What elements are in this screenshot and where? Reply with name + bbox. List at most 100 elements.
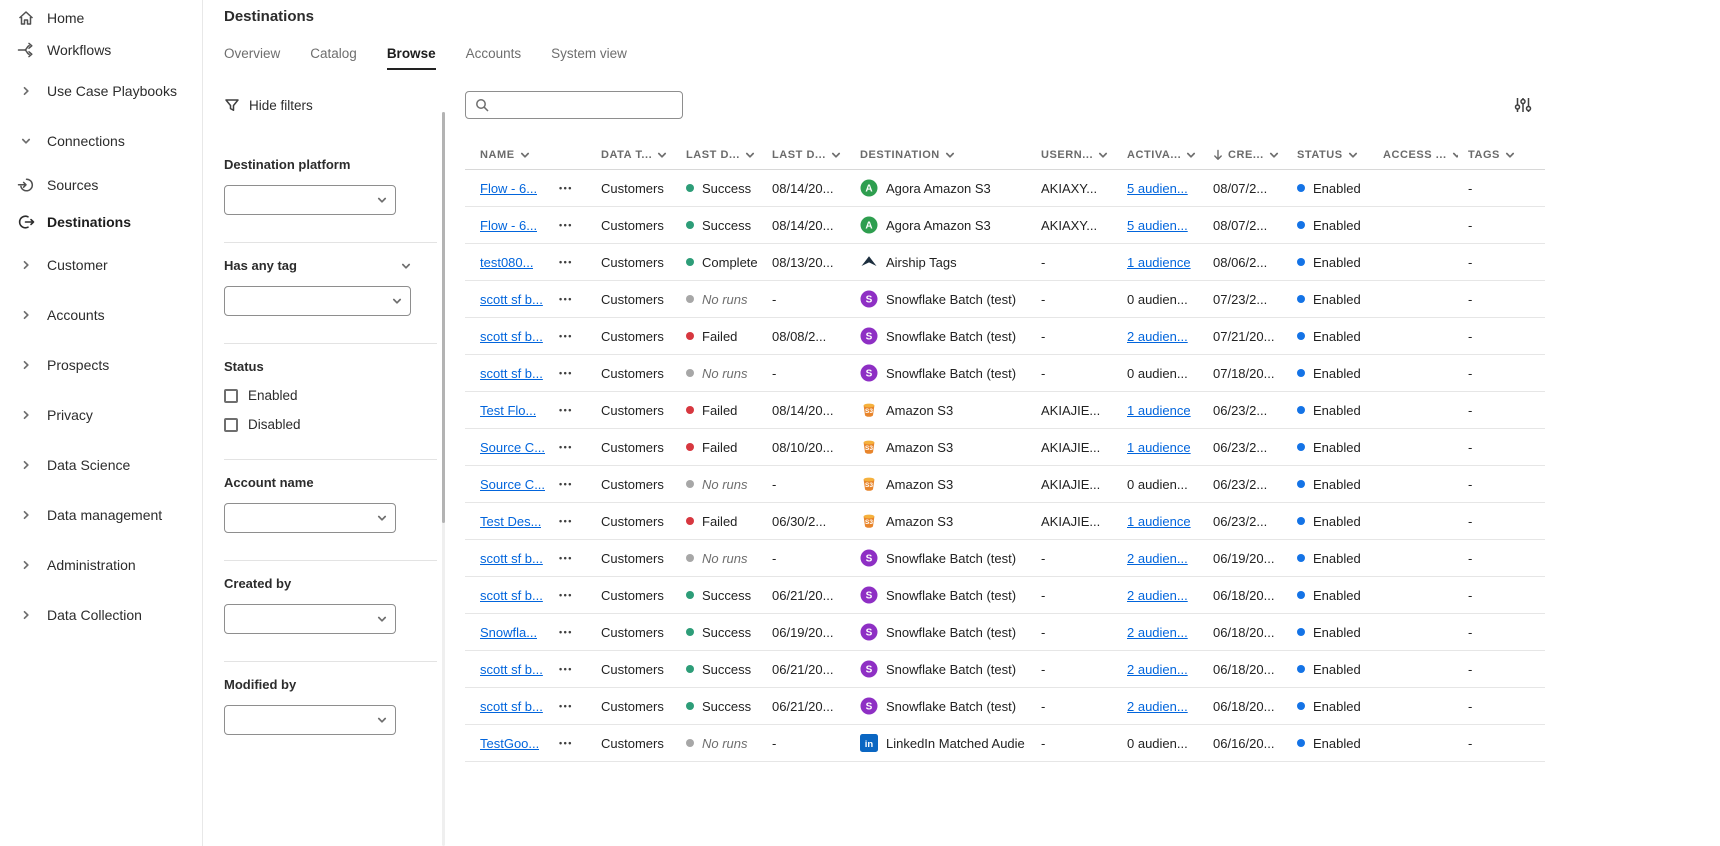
activation-data-link[interactable]: 5 audien...	[1127, 181, 1188, 196]
filters-scrollbar[interactable]	[442, 112, 445, 846]
run-status-dot	[686, 184, 694, 192]
tab-system-view[interactable]: System view	[551, 46, 627, 70]
activation-data-link[interactable]: 2 audien...	[1127, 699, 1188, 714]
tab-accounts[interactable]: Accounts	[466, 46, 522, 70]
scrollbar-thumb[interactable]	[442, 112, 445, 523]
sidebar-item-destinations[interactable]: Destinations	[0, 203, 202, 240]
destination-name-link[interactable]: Snowfla...	[480, 625, 537, 640]
tab-browse[interactable]: Browse	[387, 46, 436, 70]
destination-name-link[interactable]: Test Flo...	[480, 403, 536, 418]
more-actions-button[interactable]: •••	[557, 216, 575, 234]
activation-data-link[interactable]: 1 audience	[1127, 514, 1191, 529]
destination-name-link[interactable]: Flow - 6...	[480, 218, 537, 233]
column-header-data_type[interactable]: DATA T...	[591, 149, 676, 161]
sidebar-item-administration[interactable]: Administration	[0, 540, 202, 590]
destination-name-link[interactable]: Flow - 6...	[480, 181, 537, 196]
more-actions-button[interactable]: •••	[557, 512, 575, 530]
sidebar-item-accounts[interactable]: Accounts	[0, 290, 202, 340]
modified-by-dropdown[interactable]	[224, 705, 396, 735]
sidebar-item-customer[interactable]: Customer	[0, 240, 202, 290]
more-actions-button[interactable]: •••	[557, 290, 575, 308]
sidebar-item-label: Home	[47, 10, 84, 26]
destination-name-link[interactable]: Test Des...	[480, 514, 541, 529]
activation-data-value: 0 audien...	[1127, 292, 1188, 307]
activation-data-link[interactable]: 2 audien...	[1127, 588, 1188, 603]
run-status-text: Failed	[702, 403, 737, 418]
destination-name-link[interactable]: TestGoo...	[480, 736, 539, 751]
cell-username: -	[1031, 688, 1117, 724]
chevron-down-icon	[1505, 150, 1515, 160]
destination-name-link[interactable]: scott sf b...	[480, 699, 543, 714]
account-name-dropdown[interactable]	[224, 503, 396, 533]
destination-name-link[interactable]: scott sf b...	[480, 662, 543, 677]
column-header-tags[interactable]: TAGS	[1458, 149, 1545, 161]
column-header-access[interactable]: ACCESS ...	[1373, 149, 1458, 161]
more-actions-button[interactable]: •••	[557, 179, 575, 197]
sidebar-item-use-case-playbooks[interactable]: Use Case Playbooks	[0, 66, 202, 116]
activation-data-link[interactable]: 1 audience	[1127, 255, 1191, 270]
more-actions-button[interactable]: •••	[557, 623, 575, 641]
activation-data-link[interactable]: 5 audien...	[1127, 218, 1188, 233]
sidebar-item-data-collection[interactable]: Data Collection	[0, 590, 202, 640]
destination-name-link[interactable]: Source C...	[480, 440, 545, 455]
activation-data-link[interactable]: 2 audien...	[1127, 329, 1188, 344]
sidebar-item-home[interactable]: Home	[0, 2, 202, 34]
tab-overview[interactable]: Overview	[224, 46, 280, 70]
created-by-dropdown[interactable]	[224, 604, 396, 634]
activation-data-link[interactable]: 2 audien...	[1127, 625, 1188, 640]
column-header-username[interactable]: USERN...	[1031, 149, 1117, 161]
hide-filters-button[interactable]: Hide filters	[224, 90, 313, 120]
more-actions-button[interactable]: •••	[557, 697, 575, 715]
more-actions-button[interactable]: •••	[557, 438, 575, 456]
sidebar-item-sources[interactable]: Sources	[0, 166, 202, 203]
destination-name-link[interactable]: scott sf b...	[480, 329, 543, 344]
data-type-value: Customers	[601, 255, 664, 270]
cell-actions: •••	[547, 207, 591, 243]
activation-data-link[interactable]: 2 audien...	[1127, 662, 1188, 677]
sidebar-item-connections[interactable]: Connections	[0, 116, 202, 166]
destination-platform-dropdown[interactable]	[224, 185, 396, 215]
filter-accordion-has-any-tag[interactable]: Has any tag	[224, 258, 411, 273]
destination-platform-label: Snowflake Batch (test)	[886, 588, 1016, 603]
activation-data-link[interactable]: 1 audience	[1127, 403, 1191, 418]
more-actions-button[interactable]: •••	[557, 660, 575, 678]
column-settings-button[interactable]	[1511, 93, 1535, 117]
destination-name-link[interactable]: scott sf b...	[480, 292, 543, 307]
column-header-destination[interactable]: DESTINATION	[850, 149, 1031, 161]
column-header-created[interactable]: CRE...	[1203, 149, 1287, 161]
more-actions-button[interactable]: •••	[557, 401, 575, 419]
column-header-last_run_date[interactable]: LAST D...	[762, 149, 850, 161]
status-value: Enabled	[1313, 514, 1361, 529]
app-root: Home WorkflowsUse Case PlaybooksConnectio…	[0, 0, 1720, 846]
sidebar-item-data-management[interactable]: Data management	[0, 490, 202, 540]
checkbox-disabled[interactable]: Disabled	[224, 417, 437, 432]
sidebar-item-prospects[interactable]: Prospects	[0, 340, 202, 390]
activation-data-link[interactable]: 1 audience	[1127, 440, 1191, 455]
more-actions-button[interactable]: •••	[557, 327, 575, 345]
more-actions-button[interactable]: •••	[557, 475, 575, 493]
more-actions-button[interactable]: •••	[557, 364, 575, 382]
destination-name-link[interactable]: scott sf b...	[480, 366, 543, 381]
destination-name-link[interactable]: Source C...	[480, 477, 545, 492]
more-actions-button[interactable]: •••	[557, 253, 575, 271]
cell-tags: -	[1458, 318, 1545, 354]
checkbox-enabled[interactable]: Enabled	[224, 388, 437, 403]
activation-data-link[interactable]: 2 audien...	[1127, 551, 1188, 566]
column-header-activation[interactable]: ACTIVA...	[1117, 149, 1203, 161]
more-actions-button[interactable]: •••	[557, 586, 575, 604]
destination-name-link[interactable]: scott sf b...	[480, 588, 543, 603]
more-actions-button[interactable]: •••	[557, 734, 575, 752]
sidebar-item-data-science[interactable]: Data Science	[0, 440, 202, 490]
column-header-last_run_status[interactable]: LAST D...	[676, 149, 762, 161]
cell-username: -	[1031, 540, 1117, 576]
destination-name-link[interactable]: scott sf b...	[480, 551, 543, 566]
sidebar-item-workflows[interactable]: Workflows	[0, 34, 202, 66]
column-header-status[interactable]: STATUS	[1287, 149, 1373, 161]
search-input[interactable]	[496, 98, 673, 113]
column-header-name[interactable]: NAME	[465, 149, 547, 161]
more-actions-button[interactable]: •••	[557, 549, 575, 567]
tab-catalog[interactable]: Catalog	[310, 46, 357, 70]
sidebar-item-privacy[interactable]: Privacy	[0, 390, 202, 440]
destination-name-link[interactable]: test080...	[480, 255, 533, 270]
has-any-tag-dropdown[interactable]	[224, 286, 411, 316]
